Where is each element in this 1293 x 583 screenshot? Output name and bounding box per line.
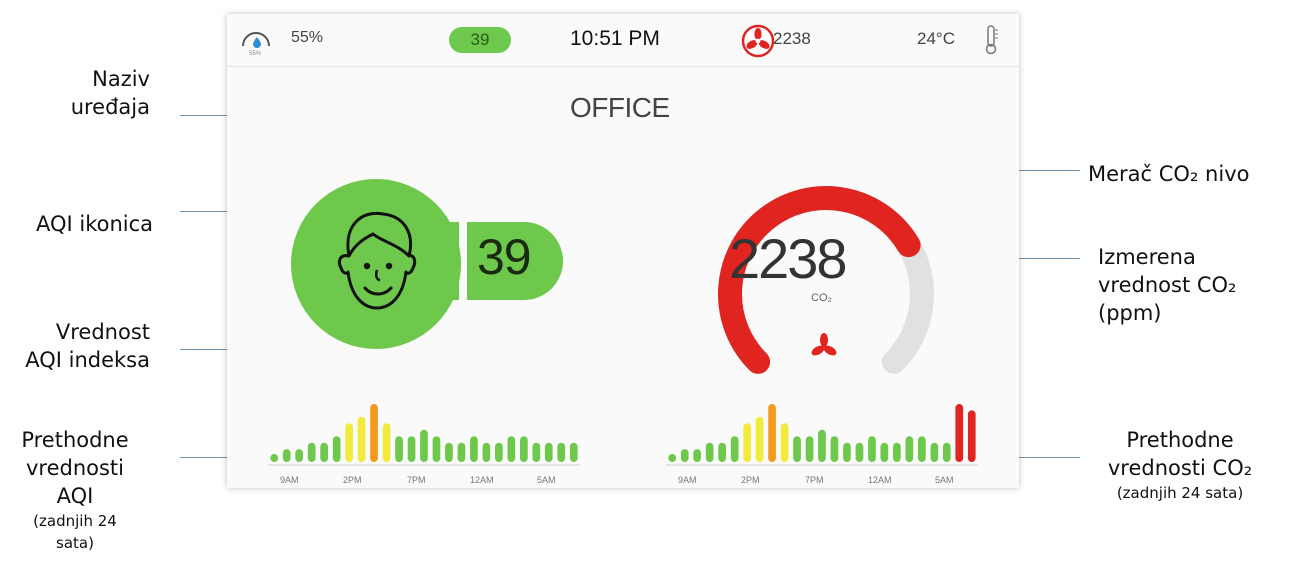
humidity-gauge-icon [242, 32, 270, 48]
aqi-history-bar [320, 442, 328, 462]
co2-history-bar [668, 454, 677, 462]
humidity-value: 55% [291, 29, 324, 46]
aqi-history-bar [332, 436, 341, 462]
co2-history-bar [705, 442, 714, 462]
aqi-history-bar [495, 442, 503, 462]
aqi-history-bar [370, 404, 378, 462]
co2-value: 2238 [729, 227, 848, 290]
aqi-face-icon [337, 211, 417, 310]
aqi-history-bar [407, 436, 416, 462]
callout-co2-meter: Merač CO₂ nivo [1088, 162, 1250, 186]
clock: 10:51 PM [570, 27, 660, 50]
device-screen: 55% 55% 39 10:51 PM 2238 24°C OFFICE 39 … [227, 14, 1019, 488]
status-aqi-badge: 39 [449, 27, 511, 53]
co2-tick-label: 12AM [868, 475, 892, 485]
co2-history-bar [830, 436, 839, 462]
co2-history-bar [818, 429, 826, 462]
aqi-history-bar [445, 442, 453, 462]
co2-history-bar [730, 436, 739, 462]
aqi-tick-label: 7PM [407, 475, 426, 485]
aqi-history-bar [544, 442, 553, 462]
aqi-history-bar [357, 416, 366, 462]
status-co2-value: 2238 [773, 29, 811, 48]
co2-history-bar [868, 436, 876, 462]
co2-history-chart [666, 404, 978, 466]
co2-tick-label: 7PM [805, 475, 824, 485]
aqi-history-bar [482, 442, 491, 462]
fan-icon [811, 333, 837, 356]
aqi-history-bar [569, 442, 578, 462]
co2-tick-label: 5AM [935, 475, 954, 485]
aqi-history-bar [507, 436, 516, 462]
co2-history-bar [805, 436, 814, 462]
aqi-history-bar [282, 449, 291, 462]
co2-history-bar [680, 449, 689, 462]
callout-co2-history: Prethodne vrednosti CO₂ (zadnjih 24 sata… [1107, 428, 1253, 502]
co2-history-bar [967, 410, 976, 462]
co2-history-bar [718, 442, 726, 462]
co2-history-bar [793, 436, 801, 462]
callout-aqi-value: Vrednost AQI indeksa [25, 320, 150, 372]
co2-history-bar [843, 442, 851, 462]
co2-history-bar [855, 442, 864, 462]
callout-device-name: Naziv uređaja [70, 67, 150, 119]
co2-history-bar [780, 423, 789, 462]
callout-aqi-icon: AQI ikonica [36, 212, 154, 236]
aqi-tick-label: 2PM [343, 475, 362, 485]
aqi-history-bar [295, 449, 303, 462]
aqi-history-bar [420, 429, 428, 462]
aqi-history-bar [432, 436, 441, 462]
status-bar: 55% 55% 39 10:51 PM 2238 24°C [227, 14, 1019, 67]
co2-history-bar [930, 442, 939, 462]
aqi-history-bar [557, 442, 566, 462]
aqi-tick-label: 5AM [537, 475, 556, 485]
temperature-value: 24°C [917, 29, 955, 48]
co2-tick-label: 2PM [741, 475, 760, 485]
co2-unit-label: CO₂ [811, 292, 832, 304]
fan-alert-icon [741, 24, 775, 58]
gauge-caption: 55% [249, 51, 262, 57]
aqi-history-chart [268, 404, 580, 466]
aqi-tick-label: 9AM [280, 475, 299, 485]
co2-history-bar [768, 404, 776, 462]
co2-history-bar [918, 436, 926, 462]
aqi-history-bar [532, 442, 541, 462]
co2-history-bar [743, 423, 751, 462]
co2-history-bar [905, 436, 914, 462]
aqi-history-bar [345, 423, 353, 462]
device-name: OFFICE [570, 92, 670, 123]
co2-history-bar [880, 442, 889, 462]
aqi-history-bar [307, 442, 316, 462]
aqi-history-bar [470, 436, 478, 462]
aqi-tick-label: 12AM [470, 475, 494, 485]
aqi-history-bar [520, 436, 528, 462]
callout-aqi-history: Prethodne vrednosti AQI (zadnjih 24 sata… [21, 428, 129, 552]
co2-history-bar [955, 404, 964, 462]
aqi-value: 39 [477, 229, 532, 285]
co2-history-bar [942, 442, 951, 462]
co2-history-bar [755, 416, 764, 462]
aqi-history-bar [457, 442, 466, 462]
callout-co2-measured: Izmerena vrednost CO₂ (ppm) [1098, 245, 1237, 325]
aqi-history-bar [270, 454, 279, 462]
co2-tick-label: 9AM [678, 475, 697, 485]
thermometer-icon [985, 25, 998, 55]
aqi-history-bar [395, 436, 403, 462]
co2-history-bar [893, 442, 901, 462]
aqi-history-bar [382, 423, 391, 462]
co2-history-bar [693, 449, 701, 462]
